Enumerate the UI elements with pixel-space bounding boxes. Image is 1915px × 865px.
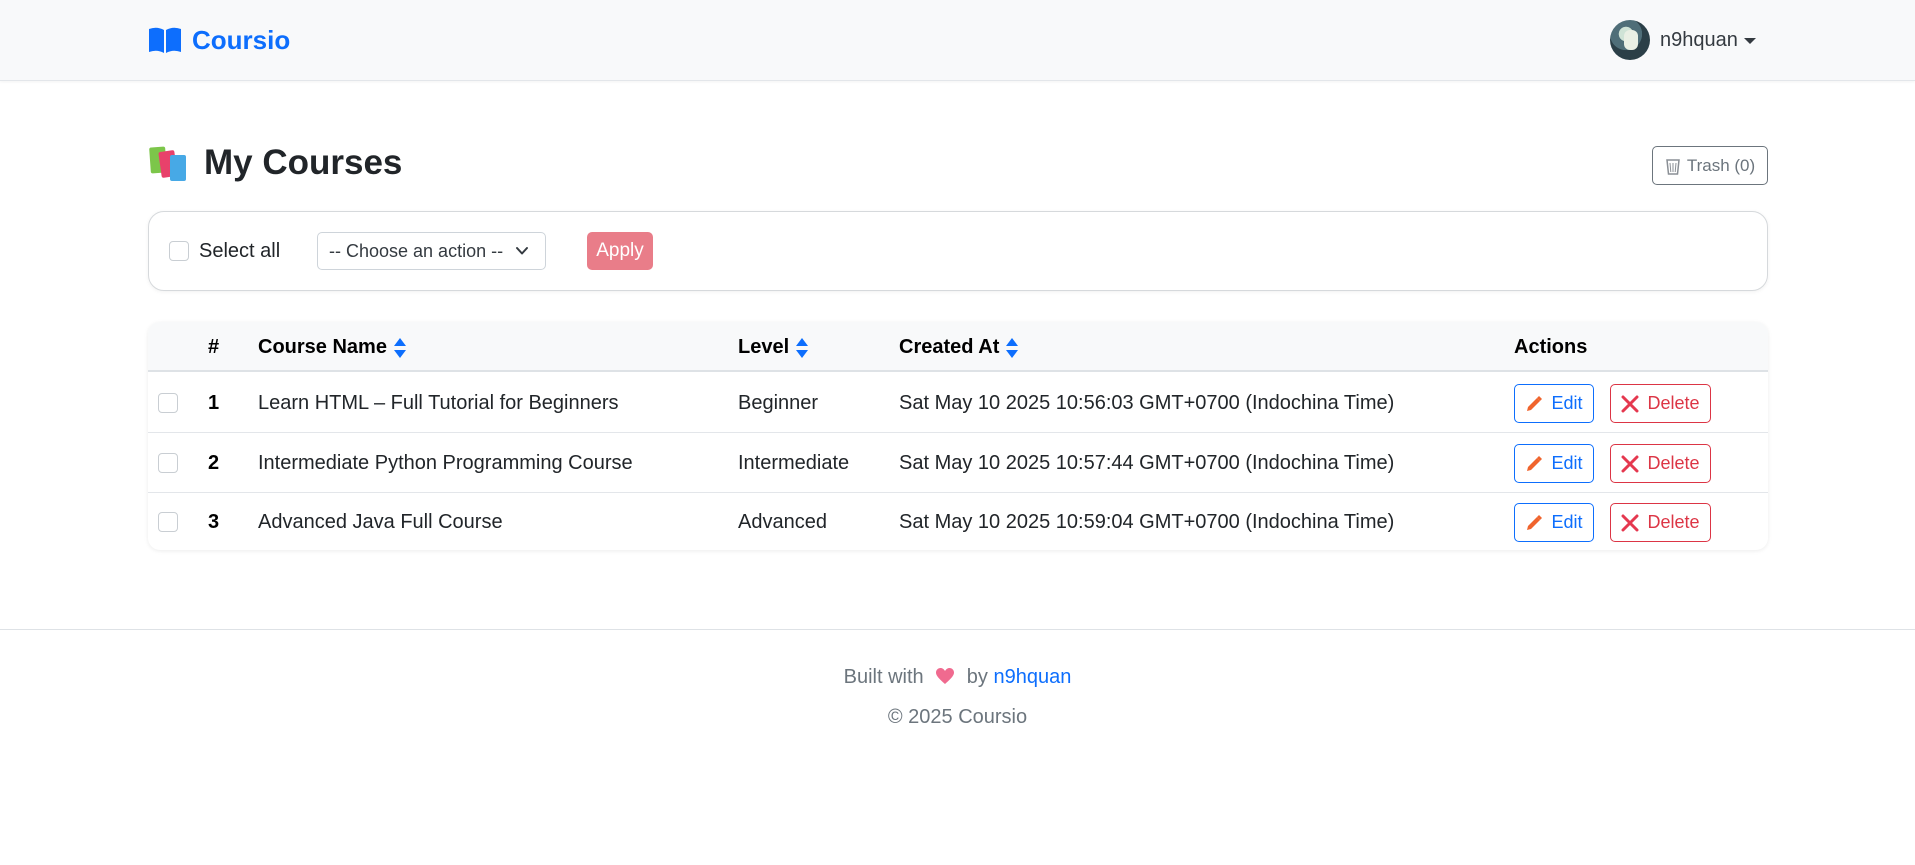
course-created-at: Sat May 10 2025 10:56:03 GMT+0700 (Indoc… xyxy=(899,392,1395,414)
bulk-action-bar: Select all -- Choose an action -- Apply xyxy=(148,211,1768,291)
row-index: 3 xyxy=(208,511,220,533)
chevron-down-icon xyxy=(516,247,528,255)
caret-down-icon xyxy=(1743,38,1756,44)
select-all-checkbox[interactable] xyxy=(169,241,189,261)
brand-link[interactable]: Coursio xyxy=(148,20,290,60)
navbar: Coursio n9hquan xyxy=(0,0,1915,81)
select-all-label[interactable]: Select all xyxy=(199,240,280,263)
heart-icon xyxy=(936,668,955,684)
edit-button[interactable]: Edit xyxy=(1514,384,1594,423)
course-name: Advanced Java Full Course xyxy=(258,511,503,533)
edit-label: Edit xyxy=(1551,393,1583,413)
course-name: Learn HTML – Full Tutorial for Beginners xyxy=(258,392,619,414)
header-course-name-label: Course Name xyxy=(258,336,387,358)
header-created-at[interactable]: Created At xyxy=(899,336,1019,359)
row-index: 2 xyxy=(208,452,220,474)
footer: Built with by n9hquan © 2025 Coursio xyxy=(0,629,1915,865)
row-checkbox[interactable] xyxy=(158,393,178,413)
edit-label: Edit xyxy=(1551,453,1583,473)
table-row: 2 Intermediate Python Programming Course… xyxy=(148,434,1768,493)
bulk-action-select[interactable]: -- Choose an action -- xyxy=(317,232,546,270)
page-header: My Courses xyxy=(148,138,402,188)
header-created-at-label: Created At xyxy=(899,336,1000,358)
course-level: Beginner xyxy=(738,392,819,414)
header-index: # xyxy=(208,336,220,358)
books-icon xyxy=(149,146,186,181)
sort-icon xyxy=(1006,337,1019,358)
delete-label: Delete xyxy=(1647,393,1700,413)
brand-name: Coursio xyxy=(192,24,291,55)
header-course-name[interactable]: Course Name xyxy=(258,336,407,359)
header-level-label: Level xyxy=(738,336,790,358)
close-icon xyxy=(1621,455,1639,472)
pencil-icon xyxy=(1527,395,1543,411)
table-row: 1 Learn HTML – Full Tutorial for Beginne… xyxy=(148,374,1768,433)
trash-button[interactable]: Trash (0) xyxy=(1652,146,1768,185)
delete-button[interactable]: Delete xyxy=(1610,384,1711,423)
footer-credit: Built with by n9hquan xyxy=(0,666,1915,689)
edit-button[interactable]: Edit xyxy=(1514,503,1594,542)
course-level: Intermediate xyxy=(738,452,850,474)
delete-label: Delete xyxy=(1647,512,1700,532)
close-icon xyxy=(1621,395,1639,412)
course-name: Intermediate Python Programming Course xyxy=(258,452,633,474)
sort-icon xyxy=(393,337,406,358)
delete-label: Delete xyxy=(1647,453,1700,473)
header-actions: Actions xyxy=(1514,336,1588,358)
built-with-text: Built with xyxy=(843,666,924,688)
row-index: 1 xyxy=(208,392,220,414)
username: n9hquan xyxy=(1660,28,1738,51)
trash-label: Trash (0) xyxy=(1686,155,1756,175)
edit-label: Edit xyxy=(1551,512,1583,532)
courses-table: # Course Name Level Created At Actions 1… xyxy=(148,322,1768,550)
avatar xyxy=(1610,20,1650,60)
sort-icon xyxy=(796,337,809,358)
course-level: Advanced xyxy=(738,511,827,533)
close-icon xyxy=(1621,514,1639,531)
pencil-icon xyxy=(1527,455,1543,471)
copyright: © 2025 Coursio xyxy=(887,706,1028,728)
open-book-icon xyxy=(149,27,181,53)
wastebasket-icon xyxy=(1665,158,1680,175)
bulk-action-selected-value: -- Choose an action -- xyxy=(329,240,504,261)
table-row: 3 Advanced Java Full Course Advanced Sat… xyxy=(148,493,1768,550)
user-menu-toggle[interactable]: n9hquan xyxy=(1610,18,1756,62)
header-level[interactable]: Level xyxy=(738,336,809,359)
edit-button[interactable]: Edit xyxy=(1514,444,1594,483)
course-created-at: Sat May 10 2025 10:57:44 GMT+0700 (Indoc… xyxy=(899,452,1395,474)
pencil-icon xyxy=(1527,514,1543,530)
page-title: My Courses xyxy=(204,143,403,182)
apply-button[interactable]: Apply xyxy=(587,232,653,270)
row-checkbox[interactable] xyxy=(158,453,178,473)
delete-button[interactable]: Delete xyxy=(1610,444,1711,483)
row-checkbox[interactable] xyxy=(158,512,178,532)
delete-button[interactable]: Delete xyxy=(1610,503,1711,542)
table-header: # Course Name Level Created At Actions xyxy=(148,322,1768,372)
by-text: by xyxy=(966,666,988,688)
course-created-at: Sat May 10 2025 10:59:04 GMT+0700 (Indoc… xyxy=(899,511,1395,533)
author-link[interactable]: n9hquan xyxy=(993,666,1071,688)
